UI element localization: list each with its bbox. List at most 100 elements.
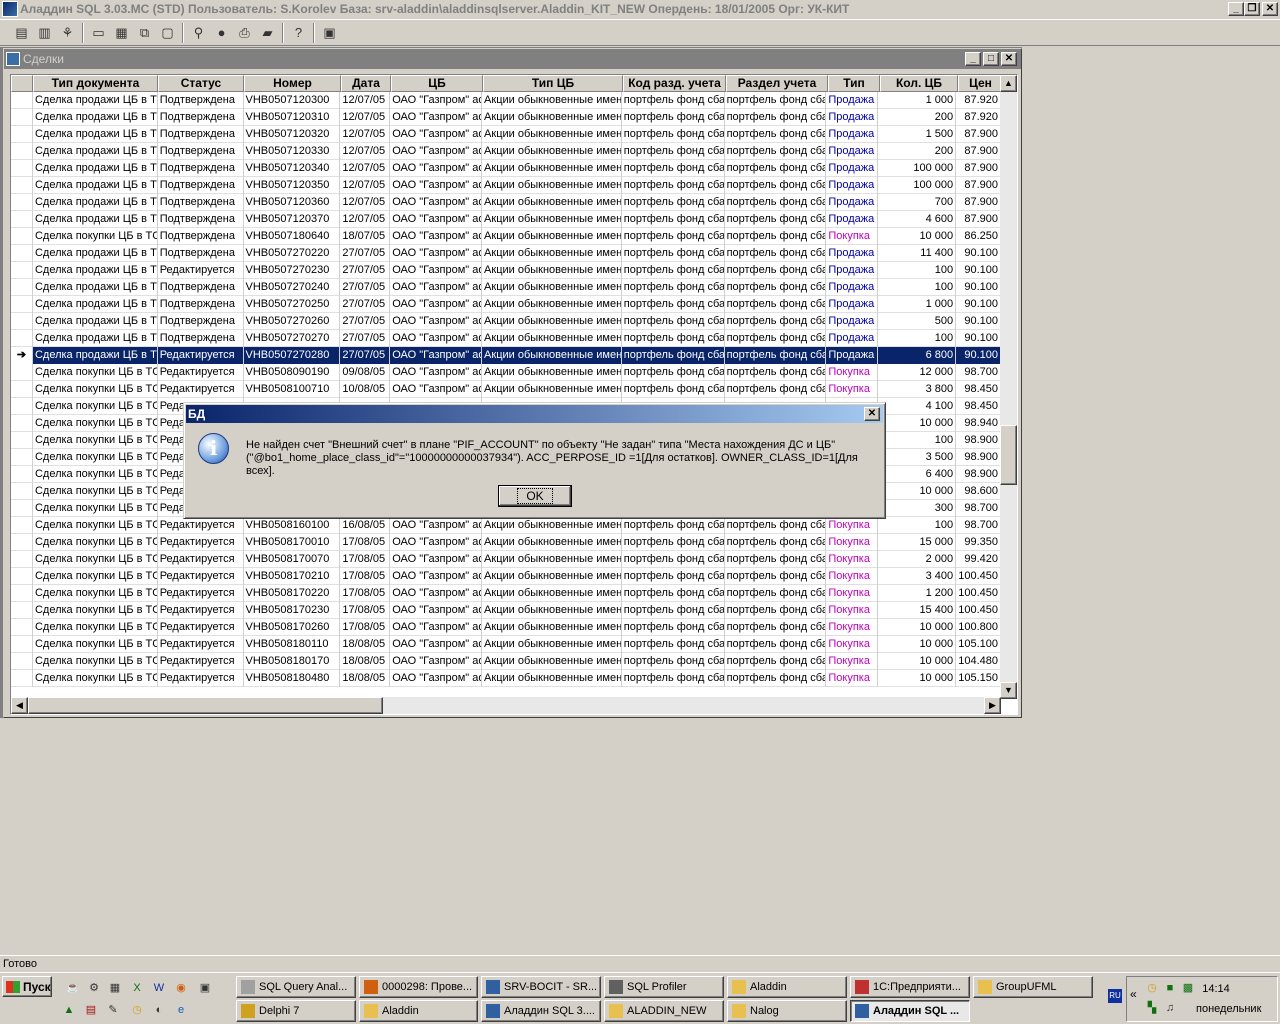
table-row[interactable]: Сделка покупки ЦБ в ТС Редактируется VHB05… <box>11 670 1002 687</box>
tray-server-icon[interactable]: ▚ <box>1143 999 1161 1017</box>
table-row[interactable]: Сделка продажи ЦБ в ТП Подтверждена VHB050… <box>11 194 1002 211</box>
table-row[interactable]: Сделка продажи ЦБ в ТП Подтверждена VHB050… <box>11 313 1002 330</box>
quicklaunch-ie-icon[interactable]: e <box>172 1001 190 1019</box>
taskbar-button[interactable]: ALADDIN_NEW <box>604 1000 724 1022</box>
grid-header-cell[interactable]: Дата <box>341 75 391 92</box>
child-minimize-button[interactable]: _ <box>965 52 981 66</box>
table-row[interactable]: Сделка покупки ЦБ в ТС Редактируется VHB05… <box>11 585 1002 602</box>
table-row[interactable]: Сделка продажи ЦБ в ТП Подтверждена VHB050… <box>11 177 1002 194</box>
table-row[interactable]: Сделка покупки ЦБ в ТС Редактируется VHB05… <box>11 364 1002 381</box>
deals-grid[interactable]: Тип документа Статус Номер Дата ЦБ Тип ЦБ Код … <box>10 74 1018 715</box>
clipboard-icon[interactable]: ▥ <box>33 22 56 44</box>
grid-header-cell[interactable]: Тип <box>828 75 880 92</box>
quicklaunch-monitor-icon[interactable]: ▣ <box>196 979 214 997</box>
table-row[interactable]: Сделка покупки ЦБ в ТС Редактируется VHB05… <box>11 551 1002 568</box>
table-row[interactable]: Сделка продажи ЦБ в ТП Подтверждена VHB050… <box>11 92 1002 109</box>
scroll-left-arrow-icon[interactable]: ◀ <box>11 697 28 714</box>
vertical-scrollbar[interactable]: ▲ ▼ <box>1000 75 1017 699</box>
taskbar-button[interactable]: Nalog <box>727 1000 847 1022</box>
calculator-icon[interactable]: ▣ <box>318 22 341 44</box>
grid-header-cell[interactable]: Тип документа <box>33 75 158 92</box>
vertical-scroll-thumb[interactable] <box>1000 425 1017 485</box>
table-row[interactable]: Сделка продажи ЦБ в ТП Подтверждена VHB050… <box>11 143 1002 160</box>
quicklaunch-excel-icon[interactable]: X <box>128 979 146 997</box>
table-row[interactable]: Сделка продажи ЦБ в ТП Подтверждена VHB050… <box>11 211 1002 228</box>
quicklaunch-firefox-icon[interactable]: ◉ <box>172 979 190 997</box>
table-row[interactable]: Сделка продажи ЦБ в ТП Подтверждена VHB050… <box>11 279 1002 296</box>
table-row[interactable]: Сделка покупки ЦБ в ТС Редактируется VHB05… <box>11 568 1002 585</box>
quicklaunch-save-icon[interactable]: ▤ <box>82 1001 100 1019</box>
taskbar-button[interactable]: 1С:Предприяти... <box>850 976 970 998</box>
quicklaunch-clock-icon[interactable]: ◷ <box>128 1001 146 1019</box>
start-button[interactable]: Пуск <box>2 976 52 997</box>
tray-clock-icon[interactable]: ◷ <box>1143 979 1161 997</box>
tray-volume-icon[interactable]: ♫ <box>1161 999 1179 1017</box>
language-indicator[interactable]: RU <box>1108 989 1122 1003</box>
restore-button[interactable]: ❐ <box>1244 2 1260 16</box>
doc-icon[interactable]: ▤ <box>10 22 33 44</box>
taskbar-button[interactable]: Аладдин SQL ... <box>850 1000 970 1022</box>
taskbar-button[interactable]: GroupUFML <box>973 976 1093 998</box>
table-row[interactable]: Сделка продажи ЦБ в ТП Подтверждена VHB050… <box>11 245 1002 262</box>
print-icon[interactable]: ⎙ <box>233 22 256 44</box>
quicklaunch-edit-icon[interactable]: ✎ <box>104 1001 122 1019</box>
table-row[interactable]: Сделка покупки ЦБ в ТС Редактируется VHB05… <box>11 517 1002 534</box>
taskbar-button[interactable]: Aladdin <box>727 976 847 998</box>
table-row[interactable]: Сделка покупки ЦБ в ТС Редактируется VHB05… <box>11 653 1002 670</box>
scroll-up-arrow-icon[interactable]: ▲ <box>1000 75 1017 92</box>
stamp-icon[interactable]: ● <box>210 22 233 44</box>
table-row[interactable]: ➔ Сделка продажи ЦБ в ТП Редактируется VHB0… <box>11 347 1002 364</box>
table-row[interactable]: Сделка покупки ЦБ в ТС Редактируется VHB05… <box>11 534 1002 551</box>
tray-green-icon[interactable]: ■ <box>1161 979 1179 997</box>
table-row[interactable]: Сделка покупки ЦБ в ТС Редактируется VHB05… <box>11 381 1002 398</box>
table-row[interactable]: Сделка продажи ЦБ в ТП Подтверждена VHB050… <box>11 330 1002 347</box>
taskbar-button[interactable]: Aladdin <box>359 1000 478 1022</box>
quicklaunch-calc-icon[interactable]: ▦ <box>106 979 124 997</box>
table-row[interactable]: Сделка покупки ЦБ в ТС Редактируется VHB05… <box>11 619 1002 636</box>
taskbar-button[interactable]: SQL Query Anal... <box>236 976 356 998</box>
grid-header-cell[interactable]: ЦБ <box>391 75 483 92</box>
close-button[interactable]: ✕ <box>1262 2 1278 16</box>
table-row[interactable]: Сделка покупки ЦБ в ТС Редактируется VHB05… <box>11 602 1002 619</box>
taskbar-button[interactable]: Аладдин SQL 3.... <box>481 1000 601 1022</box>
help-icon[interactable]: ? <box>287 22 310 44</box>
grid-header-cell[interactable]: Тип ЦБ <box>483 75 623 92</box>
grid-header-cell[interactable]: Кол. ЦБ <box>880 75 958 92</box>
grid-header-cell[interactable]: Код разд. учета <box>623 75 726 92</box>
quicklaunch-network-icon[interactable]: ▲ <box>60 1001 78 1019</box>
table-row[interactable]: Сделка продажи ЦБ в ТП Подтверждена VHB050… <box>11 109 1002 126</box>
tree-icon[interactable]: ⚘ <box>56 22 79 44</box>
taskbar-button[interactable]: Delphi 7 <box>236 1000 356 1022</box>
table-row[interactable]: Сделка продажи ЦБ в ТП Подтверждена VHB050… <box>11 160 1002 177</box>
horizontal-scroll-thumb[interactable] <box>28 697 383 714</box>
quicklaunch-java-icon[interactable]: ☕ <box>64 979 82 997</box>
cascade-icon[interactable]: ⧉ <box>133 22 156 44</box>
quicklaunch-media-icon[interactable]: ◐ <box>150 1001 168 1019</box>
grid-header-cell[interactable]: Цен <box>958 75 1003 92</box>
window-icon[interactable]: ▭ <box>87 22 110 44</box>
grid-header-cell[interactable]: Номер <box>244 75 341 92</box>
table-row[interactable]: Сделка продажи ЦБ в ТП Подтверждена VHB050… <box>11 126 1002 143</box>
quicklaunch-tools-icon[interactable]: ⚙ <box>85 979 103 997</box>
horizontal-scrollbar[interactable]: ◀ ▶ <box>11 697 1001 714</box>
grid-header-cell[interactable]: Раздел учета <box>726 75 828 92</box>
taskbar-button[interactable]: SQL Profiler <box>604 976 724 998</box>
tile-icon[interactable]: ▦ <box>110 22 133 44</box>
grid-header-cell[interactable]: Статус <box>158 75 244 92</box>
table-row[interactable]: Сделка покупки ЦБ в ТС Редактируется VHB05… <box>11 636 1002 653</box>
child-close-button[interactable]: ✕ <box>1001 52 1017 66</box>
scroll-right-arrow-icon[interactable]: ▶ <box>984 697 1001 714</box>
binoculars-icon[interactable]: ⚲ <box>187 22 210 44</box>
scroll-down-arrow-icon[interactable]: ▼ <box>1000 682 1017 699</box>
child-maximize-button[interactable]: □ <box>983 52 999 66</box>
minimize-button[interactable]: _ <box>1228 2 1244 16</box>
taskbar-button[interactable]: 0000298: Прове... <box>359 976 478 998</box>
ok-button[interactable]: OK <box>498 485 572 507</box>
table-row[interactable]: Сделка покупки ЦБ в ТС Подтверждена VHB050… <box>11 228 1002 245</box>
minimize-all-icon[interactable]: ▢ <box>156 22 179 44</box>
quicklaunch-word-icon[interactable]: W <box>150 979 168 997</box>
taskbar-button[interactable]: SRV-BOCIT - SR... <box>481 976 601 998</box>
table-row[interactable]: Сделка продажи ЦБ в ТП Подтверждена VHB050… <box>11 296 1002 313</box>
table-row[interactable]: Сделка продажи ЦБ в ТП Редактируется VHB05… <box>11 262 1002 279</box>
clock-time[interactable]: 14:14 <box>1186 983 1246 995</box>
